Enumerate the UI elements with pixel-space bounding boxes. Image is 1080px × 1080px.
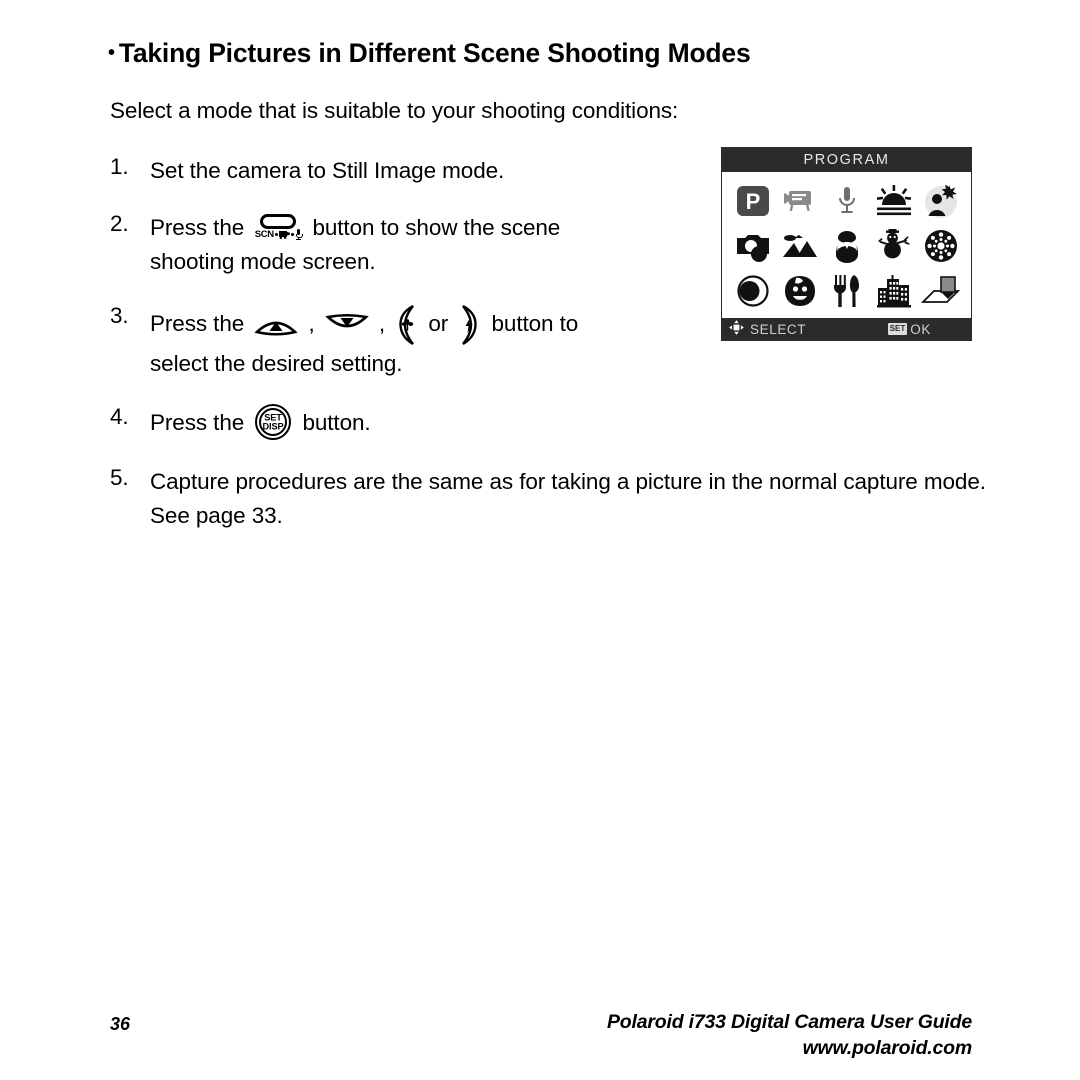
step-item: 4. Press the SET DISP button. [110, 403, 990, 442]
manual-page: • Taking Pictures in Different Scene Shoo… [0, 0, 1080, 1080]
step-text-after: button to show the scene [306, 215, 561, 241]
up-arrow-button-icon [253, 311, 299, 338]
page-title: • Taking Pictures in Different Scene Shoo… [108, 38, 751, 69]
ok-label: OK [910, 321, 931, 337]
scn-video-mic-button-icon: SCN [252, 210, 304, 244]
food-mode-icon[interactable] [825, 269, 869, 313]
page-number: 36 [110, 1014, 131, 1034]
video-camera-icon [278, 230, 290, 240]
landscape-mode-icon[interactable] [778, 224, 822, 268]
website-url: www.polaroid.com [802, 1037, 973, 1059]
text-mode-icon[interactable] [919, 269, 963, 313]
or-text: or [422, 311, 455, 337]
set-badge: SET [887, 323, 908, 335]
select-label: SELECT [750, 321, 807, 337]
page-title-text: Taking Pictures in Different Scene Shoot… [118, 38, 751, 68]
four-way-arrow-icon [727, 318, 746, 339]
step-text-after: button. [296, 409, 371, 435]
night-scene-mode-icon[interactable] [731, 269, 775, 313]
program-mode-icon[interactable]: P [731, 179, 775, 223]
footer: Polaroid i733 Digital Camera User Guide … [607, 1011, 972, 1060]
step-number: 5. [110, 464, 129, 490]
microphone-icon [295, 229, 304, 241]
down-arrow-button-icon [324, 311, 370, 338]
kids-mode-icon[interactable] [778, 269, 822, 313]
svg-text:P: P [745, 189, 760, 214]
portrait-backlight-mode-icon[interactable] [919, 179, 963, 223]
step-item: 5. Capture procedures are the same as fo… [110, 465, 990, 533]
step-number: 1. [110, 154, 129, 179]
bullet-glyph: • [108, 42, 115, 64]
voice-record-mode-icon[interactable] [825, 179, 869, 223]
video-clip-mode-icon[interactable] [778, 179, 822, 223]
step-text-line2: select the desired setting. [150, 350, 403, 376]
lcd-title-bar: PROGRAM [722, 148, 971, 172]
step-text: Set the camera to Still Image mode. [150, 158, 505, 183]
step-number: 2. [110, 211, 129, 237]
set-disp-button-icon: SET DISP [254, 403, 292, 441]
button-cap-shape [260, 214, 297, 230]
step-number: 3. [110, 302, 129, 328]
sunset-mode-icon[interactable] [872, 179, 916, 223]
lcd-status-bar: SELECT SET OK [722, 318, 971, 340]
sport-mode-icon[interactable] [731, 224, 775, 268]
svg-text:DISP: DISP [263, 421, 284, 431]
right-flash-button-icon [457, 303, 482, 347]
step-number: 4. [110, 403, 129, 429]
intro-text: Select a mode that is suitable to your s… [110, 98, 679, 123]
step-text-after: button to [485, 311, 579, 337]
step-text-before: Press the [150, 311, 251, 337]
scn-label: SCN [255, 229, 304, 241]
lcd-scene-mode-screen: PROGRAM P SELECT SET OK [721, 147, 972, 341]
step-text-line2: shooting mode screen. [150, 249, 376, 275]
guide-title: Polaroid i733 Digital Camera User Guide [607, 1011, 972, 1033]
step-text-before: Press the [150, 215, 251, 241]
lcd-title-text: PROGRAM [803, 152, 890, 168]
separator-2: , [372, 311, 392, 337]
left-macro-button-icon [394, 303, 419, 347]
step-text: Capture procedures are the same as for t… [150, 468, 986, 528]
building-mode-icon[interactable] [872, 269, 916, 313]
scene-mode-grid: P [722, 172, 971, 318]
fireworks-mode-icon[interactable] [919, 224, 963, 268]
night-portrait-mode-icon[interactable] [825, 224, 869, 268]
separator-1: , [302, 311, 321, 337]
step-text-before: Press the [150, 409, 251, 435]
snow-mode-icon[interactable] [872, 224, 916, 268]
